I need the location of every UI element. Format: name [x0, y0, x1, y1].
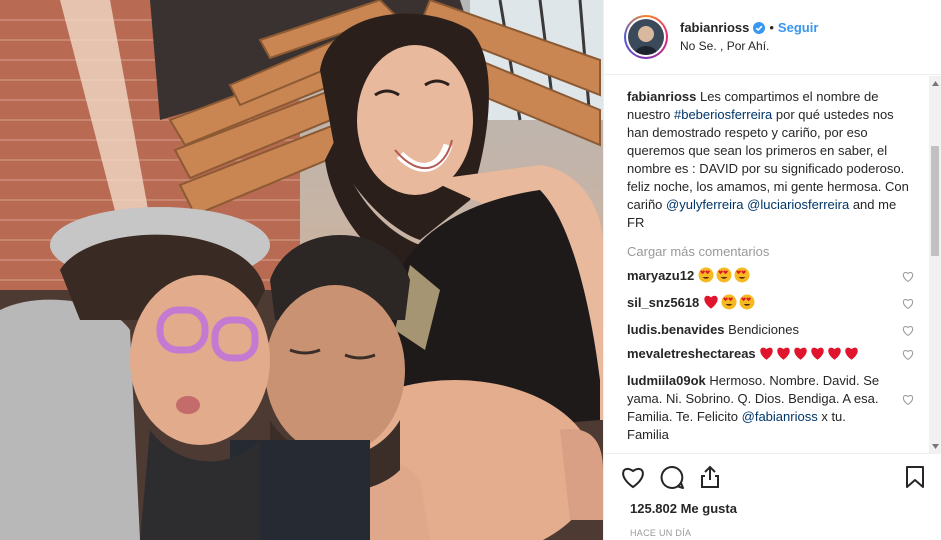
- comments-list[interactable]: fabianrioss Les compartimos el nombre de…: [604, 76, 930, 452]
- red-heart-emoji: [793, 346, 808, 366]
- avatar-photo: [628, 19, 664, 55]
- comment-like-heart-icon[interactable]: [902, 297, 914, 315]
- post-timestamp[interactable]: HACE UN DÍA: [630, 528, 926, 538]
- comment-like-heart-icon[interactable]: [902, 324, 914, 342]
- comment-like-heart-icon[interactable]: [902, 270, 914, 288]
- red-heart-emoji: [759, 346, 774, 366]
- comment-username[interactable]: ludmiila09ok: [627, 373, 706, 388]
- red-heart-emoji: [810, 346, 825, 366]
- scrollbar-thumb[interactable]: [931, 146, 939, 256]
- header-separator: •: [769, 20, 774, 35]
- instagram-post-modal: fabianrioss • Seguir No Se. , Por Ahí. f…: [0, 0, 941, 540]
- heart-eyes-emoji: [721, 294, 737, 315]
- heart-eyes-emoji: [698, 267, 714, 288]
- post-location[interactable]: No Se. , Por Ahí.: [680, 38, 818, 55]
- scroll-down-arrow-icon[interactable]: [929, 439, 941, 453]
- comment-like-heart-icon[interactable]: [902, 348, 914, 366]
- red-heart-emoji: [703, 294, 719, 315]
- comment-item: maryazu12: [627, 267, 914, 288]
- post-caption: fabianrioss Les compartimos el nombre de…: [627, 88, 914, 232]
- red-heart-emoji: [827, 346, 842, 366]
- header-text: fabianrioss • Seguir No Se. , Por Ahí.: [680, 19, 818, 55]
- caption-username[interactable]: fabianrioss: [627, 89, 696, 104]
- comment-mention[interactable]: @fabianrioss: [742, 409, 818, 424]
- comments-scrollbar[interactable]: [929, 76, 941, 453]
- comment-username[interactable]: mevaletreshectareas: [627, 346, 756, 361]
- comment-item: ludis.benavides Bendiciones: [627, 321, 914, 339]
- heart-eyes-emoji: [734, 267, 750, 288]
- follow-button[interactable]: Seguir: [778, 19, 818, 36]
- avatar-inner: [626, 17, 666, 57]
- red-heart-emoji: [776, 346, 791, 366]
- heart-eyes-emoji: [739, 294, 755, 315]
- bookmark-icon[interactable]: [904, 465, 926, 489]
- post-header: fabianrioss • Seguir No Se. , Por Ahí.: [604, 0, 941, 75]
- heart-outline-icon[interactable]: [620, 465, 646, 489]
- header-username[interactable]: fabianrioss: [680, 19, 749, 36]
- heart-eyes-emoji: [716, 267, 732, 288]
- share-upload-icon[interactable]: [699, 465, 721, 489]
- comment-username[interactable]: maryazu12: [627, 268, 694, 283]
- comment-like-heart-icon[interactable]: [902, 393, 914, 411]
- caption-mention-2[interactable]: @luciariosferreira: [747, 197, 849, 212]
- load-more-comments-button[interactable]: Cargar más comentarios: [627, 244, 914, 259]
- comment-item: ludmiila09ok Hermoso. Nombre. David. Se …: [627, 372, 914, 444]
- comment-username[interactable]: ludis.benavides: [627, 322, 725, 337]
- action-icons-row: [620, 464, 926, 490]
- header-row: fabianrioss • Seguir: [680, 19, 818, 36]
- likes-count[interactable]: 125.802 Me gusta: [630, 501, 926, 516]
- post-actions: 125.802 Me gusta HACE UN DÍA: [604, 453, 941, 538]
- caption-mention-1[interactable]: @yulyferreira: [666, 197, 744, 212]
- scroll-up-arrow-icon[interactable]: [929, 76, 941, 90]
- avatar[interactable]: [624, 15, 668, 59]
- post-side-panel: fabianrioss • Seguir No Se. , Por Ahí. f…: [603, 0, 941, 540]
- comment-text: Bendiciones: [728, 322, 799, 337]
- family-selfie-illustration: [0, 0, 603, 540]
- comment-item: mevaletreshectareas: [627, 345, 914, 366]
- verified-badge-icon: [753, 21, 766, 34]
- red-heart-emoji: [844, 346, 859, 366]
- caption-hashtag[interactable]: #beberiosferreira: [674, 107, 772, 122]
- comment-item: sil_snz5618: [627, 294, 914, 315]
- post-photo[interactable]: [0, 0, 603, 540]
- comment-username[interactable]: sil_snz5618: [627, 295, 699, 310]
- speech-bubble-icon[interactable]: [660, 465, 685, 490]
